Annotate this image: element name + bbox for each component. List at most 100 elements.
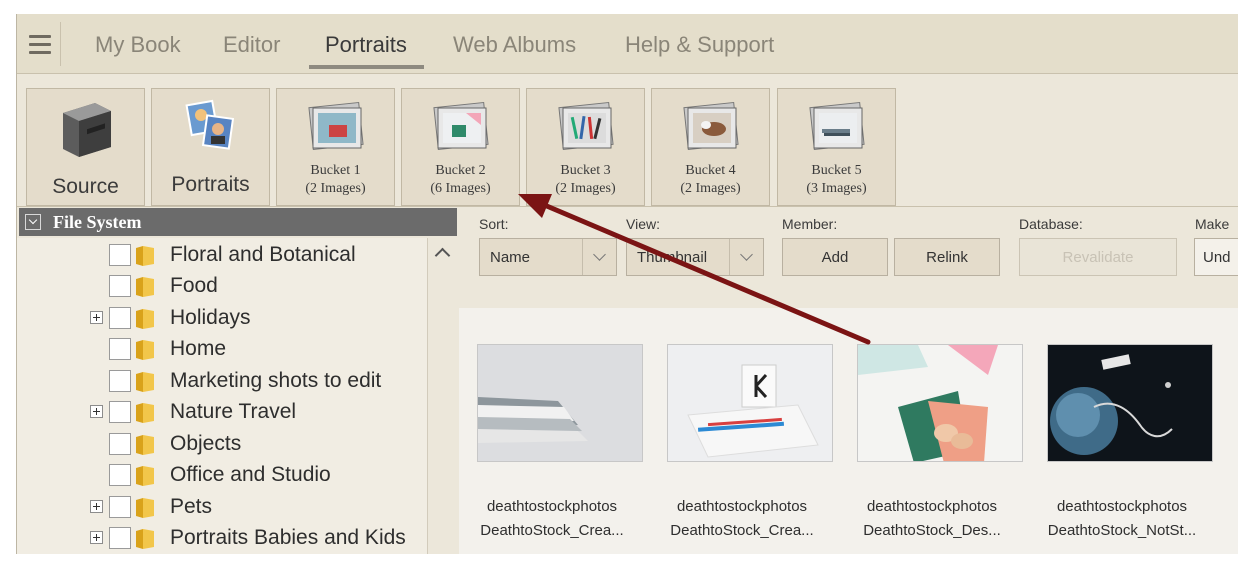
photo-thumbnail[interactable] bbox=[667, 344, 833, 462]
scroll-up-chevron-icon[interactable] bbox=[434, 247, 451, 264]
portraits-button[interactable]: Portraits bbox=[151, 88, 270, 206]
bucket-2-name: Bucket 2 bbox=[435, 163, 486, 178]
view-value: Thumbnail bbox=[637, 248, 708, 266]
collapse-chevron-icon[interactable] bbox=[25, 214, 41, 230]
folder-row[interactable]: Portraits Babies and Kids bbox=[17, 523, 427, 553]
sort-label: Sort: bbox=[479, 216, 509, 232]
folder-label: Holidays bbox=[170, 306, 251, 329]
expand-plus-icon[interactable] bbox=[90, 500, 103, 513]
photo-stack-icon bbox=[432, 101, 489, 151]
expand-plus-icon[interactable] bbox=[90, 311, 103, 324]
folder-label: Portraits Babies and Kids bbox=[170, 526, 406, 549]
add-button[interactable]: Add bbox=[782, 238, 888, 276]
folder-icon bbox=[136, 498, 154, 518]
file-system-header[interactable]: File System bbox=[19, 208, 457, 236]
folder-row[interactable]: Marketing shots to edit bbox=[17, 366, 427, 396]
tab-portraits[interactable]: Portraits bbox=[325, 32, 407, 58]
bucket-3-count: (2 Images) bbox=[555, 181, 616, 196]
folder-icon bbox=[136, 466, 154, 486]
folder-row[interactable]: Home bbox=[17, 334, 427, 364]
expand-plus-icon[interactable] bbox=[90, 405, 103, 418]
folder-row[interactable]: Office and Studio bbox=[17, 460, 427, 490]
bucket-3-button[interactable]: Bucket 3 (2 Images) bbox=[526, 88, 645, 206]
folder-checkbox[interactable] bbox=[109, 527, 131, 549]
active-tab-indicator bbox=[309, 65, 424, 69]
chevron-down-icon[interactable] bbox=[729, 239, 763, 275]
folder-row[interactable]: Holidays bbox=[17, 303, 427, 333]
photo-stack-icon bbox=[557, 101, 614, 151]
make-label: Make bbox=[1195, 216, 1230, 232]
tab-my-book[interactable]: My Book bbox=[95, 32, 181, 58]
folder-label: Floral and Botanical bbox=[170, 243, 356, 266]
folder-icon bbox=[136, 403, 154, 423]
folder-checkbox[interactable] bbox=[109, 338, 131, 360]
member-label: Member: bbox=[782, 216, 838, 232]
file-system-panel: File System Floral and Botanical Food Ho… bbox=[17, 208, 457, 554]
tab-web-albums[interactable]: Web Albums bbox=[453, 32, 576, 58]
folder-checkbox[interactable] bbox=[109, 433, 131, 455]
revalidate-button[interactable]: Revalidate bbox=[1019, 238, 1177, 276]
folder-row[interactable]: Food bbox=[17, 271, 427, 301]
chevron-down-icon[interactable] bbox=[582, 239, 616, 275]
thumbnail-caption-line1: deathtostockphotos bbox=[676, 498, 808, 515]
thumbnail-caption-line1: deathtostockphotos bbox=[1056, 498, 1188, 515]
view-label: View: bbox=[626, 216, 660, 232]
bucket-toolbar: Source Portraits Bucket 1 (2 Images) Buc… bbox=[17, 74, 1238, 207]
bucket-5-button[interactable]: Bucket 5 (3 Images) bbox=[777, 88, 896, 206]
folder-checkbox[interactable] bbox=[109, 401, 131, 423]
folder-checkbox[interactable] bbox=[109, 275, 131, 297]
folder-icon bbox=[136, 246, 154, 266]
hamburger-menu-icon[interactable] bbox=[21, 22, 61, 66]
file-system-title: File System bbox=[53, 212, 142, 232]
undo-field[interactable]: Und bbox=[1194, 238, 1238, 276]
tab-help-support[interactable]: Help & Support bbox=[625, 32, 774, 58]
expand-plus-icon[interactable] bbox=[90, 531, 103, 544]
photo-stack-icon bbox=[307, 101, 364, 151]
database-label: Database: bbox=[1019, 216, 1083, 232]
folder-row[interactable]: Pets bbox=[17, 492, 427, 522]
folder-checkbox[interactable] bbox=[109, 244, 131, 266]
relink-button[interactable]: Relink bbox=[894, 238, 1000, 276]
tab-editor[interactable]: Editor bbox=[223, 32, 280, 58]
bucket-4-button[interactable]: Bucket 4 (2 Images) bbox=[651, 88, 770, 206]
thumbnail-caption-line2: DeathtoStock_Des... bbox=[863, 522, 1001, 539]
folder-checkbox[interactable] bbox=[109, 464, 131, 486]
main-panel: Sort: Name View: Thumbnail Member: Add R… bbox=[459, 208, 1238, 554]
portraits-icon bbox=[184, 99, 234, 150]
source-button[interactable]: Source bbox=[26, 88, 145, 206]
folder-label: Food bbox=[170, 274, 218, 297]
folder-icon bbox=[136, 529, 154, 549]
folder-row[interactable]: Floral and Botanical bbox=[17, 240, 427, 270]
bucket-1-count: (2 Images) bbox=[305, 181, 366, 196]
thumbnail-caption-line1: deathtostockphotos bbox=[486, 498, 618, 515]
photo-stack-icon bbox=[808, 101, 865, 151]
portraits-label: Portraits bbox=[171, 173, 250, 196]
bucket-2-button[interactable]: Bucket 2 (6 Images) bbox=[401, 88, 520, 206]
thumbnail-caption-line2: DeathtoStock_Crea... bbox=[480, 522, 624, 539]
sort-select[interactable]: Name bbox=[479, 238, 617, 276]
top-nav: My Book Editor Portraits Web Albums Help… bbox=[17, 14, 1238, 74]
folder-label: Pets bbox=[170, 495, 213, 518]
folder-label: Objects bbox=[170, 432, 242, 455]
folder-row[interactable]: Nature Travel bbox=[17, 397, 427, 427]
view-select[interactable]: Thumbnail bbox=[626, 238, 764, 276]
folder-row[interactable]: Objects bbox=[17, 429, 427, 459]
bucket-3-name: Bucket 3 bbox=[560, 163, 611, 178]
source-label: Source bbox=[52, 175, 119, 198]
photo-thumbnail[interactable] bbox=[477, 344, 643, 462]
photo-thumbnail[interactable] bbox=[857, 344, 1023, 462]
tree-scrollbar[interactable] bbox=[427, 238, 457, 554]
folder-icon bbox=[136, 277, 154, 297]
bucket-1-button[interactable]: Bucket 1 (2 Images) bbox=[276, 88, 395, 206]
folder-label: Home bbox=[170, 337, 227, 360]
bucket-2-count: (6 Images) bbox=[430, 181, 491, 196]
folder-label: Marketing shots to edit bbox=[170, 369, 382, 392]
folder-checkbox[interactable] bbox=[109, 307, 131, 329]
hard-drive-icon bbox=[62, 103, 111, 157]
thumbnail-caption-line2: DeathtoStock_Crea... bbox=[670, 522, 814, 539]
folder-checkbox[interactable] bbox=[109, 370, 131, 392]
folder-checkbox[interactable] bbox=[109, 496, 131, 518]
bucket-5-count: (3 Images) bbox=[806, 181, 867, 196]
bucket-4-count: (2 Images) bbox=[680, 181, 741, 196]
photo-thumbnail[interactable] bbox=[1047, 344, 1213, 462]
